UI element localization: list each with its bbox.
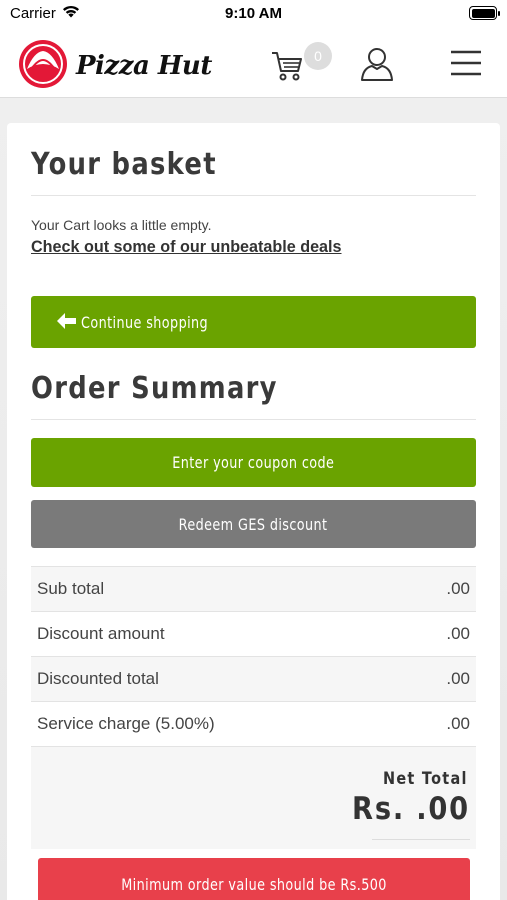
pizza-hut-logo[interactable]: Pizza Hut (18, 39, 212, 93)
table-row: Discount amount .00 (31, 611, 476, 656)
cart-count-badge: 0 (304, 42, 332, 70)
basket-title: Your basket (31, 147, 217, 182)
redeem-ges-button[interactable]: Redeem GES discount (31, 500, 476, 548)
menu-button[interactable] (450, 50, 482, 80)
hamburger-menu-icon (450, 50, 482, 80)
net-total-box: Net Total Rs. .00 (31, 746, 476, 849)
redeem-ges-label: Redeem GES discount (179, 514, 328, 534)
minimum-order-label: Minimum order value should be Rs.500 (121, 874, 387, 894)
basket-title-divider (31, 195, 476, 196)
empty-cart-message: Your Cart looks a little empty. (31, 217, 212, 233)
table-row: Discounted total .00 (31, 656, 476, 701)
order-summary-title: Order Summary (31, 371, 278, 406)
deals-link[interactable]: Check out some of our unbeatable deals (31, 237, 342, 257)
continue-shopping-button[interactable]: Continue shopping (31, 296, 476, 348)
battery-icon (469, 6, 500, 20)
row-value: .00 (446, 669, 470, 688)
app-header: Pizza Hut 0 (0, 30, 507, 98)
row-value: .00 (446, 579, 470, 598)
cart-button[interactable]: 0 (270, 42, 334, 86)
pizza-hut-logo-icon (18, 39, 68, 93)
net-total-label: Net Total (383, 769, 468, 789)
brand-wordmark: Pizza Hut (76, 51, 212, 81)
user-icon (360, 48, 394, 86)
row-label: Discount amount (37, 624, 165, 643)
row-value: .00 (446, 714, 470, 733)
arrow-left-icon (57, 310, 77, 334)
row-label: Discounted total (37, 669, 159, 688)
order-summary-divider (31, 419, 476, 420)
summary-table: Sub total .00 Discount amount .00 Discou… (31, 566, 476, 746)
account-button[interactable] (360, 46, 394, 86)
net-total-underline (372, 839, 470, 840)
minimum-order-button[interactable]: Minimum order value should be Rs.500 (38, 858, 470, 900)
coupon-code-button[interactable]: Enter your coupon code (31, 438, 476, 487)
basket-card: Your basket Your Cart looks a little emp… (7, 123, 500, 900)
row-value: .00 (446, 624, 470, 643)
net-total-value: Rs. .00 (352, 791, 470, 827)
table-row: Service charge (5.00%) .00 (31, 701, 476, 746)
status-bar: Carrier 9:10 AM (0, 0, 507, 30)
table-row: Sub total .00 (31, 566, 476, 611)
row-label: Sub total (37, 579, 105, 598)
row-label: Service charge (5.00%) (37, 714, 215, 733)
status-time: 9:10 AM (225, 5, 282, 22)
continue-shopping-label: Continue shopping (81, 312, 209, 332)
coupon-code-label: Enter your coupon code (172, 453, 335, 472)
cart-icon (270, 50, 304, 86)
